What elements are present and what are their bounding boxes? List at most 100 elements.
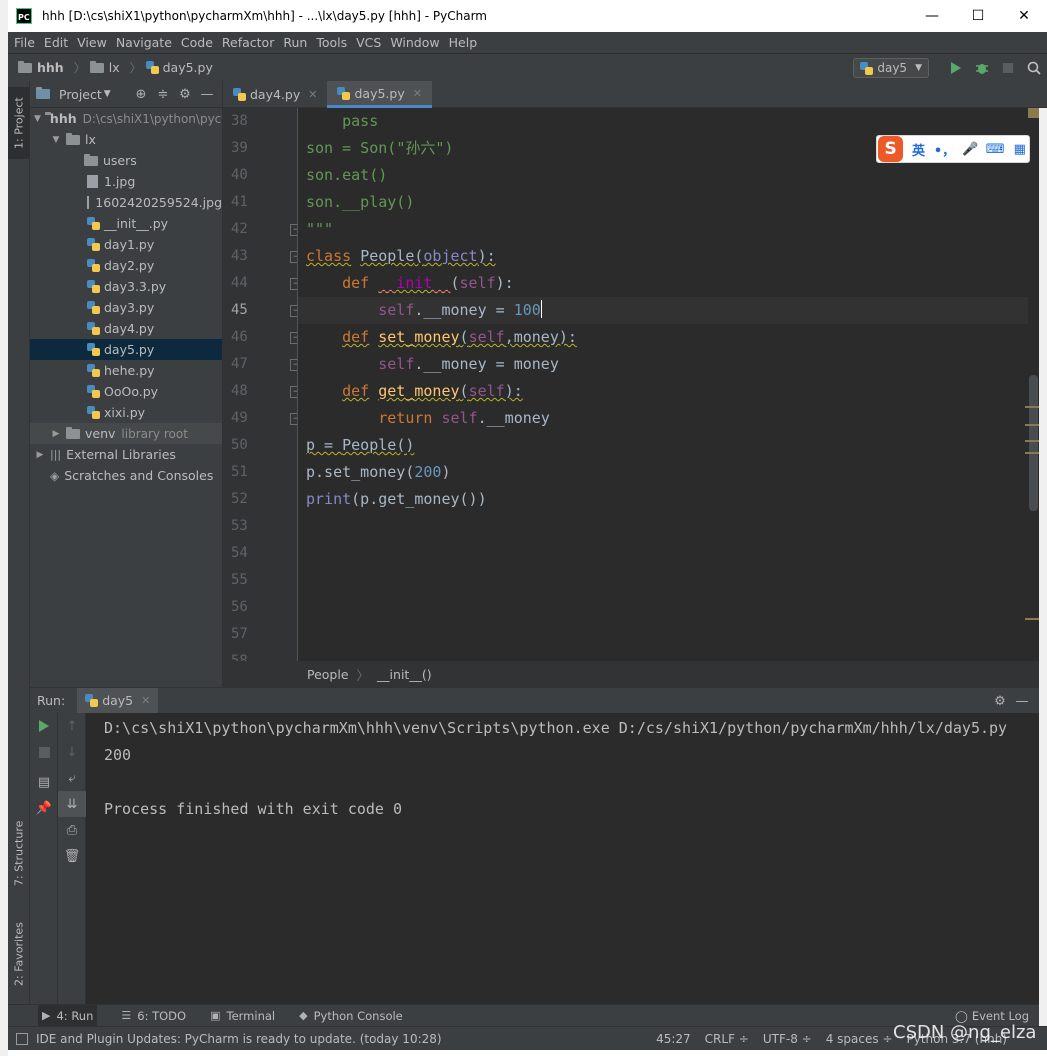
fold-icon[interactable]: − <box>290 251 297 263</box>
inspection-status-icon[interactable] <box>1028 108 1039 118</box>
expand-toggle-icon[interactable]: ▼ <box>50 135 62 145</box>
tool-tab-python-console[interactable]: ◆ Python Console <box>299 1009 403 1023</box>
restore-layout-button[interactable]: ▤ <box>30 769 58 795</box>
tree-item-file[interactable]: 1.jpg <box>30 171 222 192</box>
tree-item-external-libraries[interactable]: ▶ ||| External Libraries <box>30 444 222 465</box>
warning-marker[interactable] <box>1025 406 1039 408</box>
menu-window[interactable]: Window <box>390 35 439 50</box>
tree-item-lx[interactable]: ▼ lx <box>30 129 222 150</box>
tree-item-file-selected[interactable]: day5.py <box>30 339 222 360</box>
tree-item-file[interactable]: __init__.py <box>30 213 222 234</box>
scroll-down-button[interactable]: ↓ <box>58 739 86 765</box>
code-editor[interactable]: pass son = Son("孙六") son.eat() son.__pla… <box>298 108 1028 661</box>
scroll-to-end-button[interactable]: ⇊ <box>58 791 86 817</box>
warning-marker[interactable] <box>1025 452 1039 454</box>
menu-tools[interactable]: Tools <box>316 35 347 50</box>
grid-icon[interactable]: ▦ <box>1010 142 1029 157</box>
encoding-select[interactable]: UTF-8 ÷ <box>763 1032 812 1046</box>
run-console[interactable]: D:\cs\shiX1\python\pycharmXm\hhh\venv\Sc… <box>86 713 1039 1004</box>
rerun-button[interactable] <box>30 713 58 739</box>
fold-icon[interactable]: − <box>290 413 297 425</box>
menu-help[interactable]: Help <box>449 35 478 50</box>
hide-panel-icon[interactable]: — <box>1011 694 1033 709</box>
expand-toggle-icon[interactable]: ▼ <box>34 114 41 124</box>
tab-day5[interactable]: day5.py ✕ <box>327 81 432 108</box>
close-button[interactable]: ✕ <box>1001 0 1047 32</box>
menu-file[interactable]: File <box>14 35 35 50</box>
maximize-button[interactable]: ☐ <box>955 0 1001 32</box>
menu-code[interactable]: Code <box>181 35 213 50</box>
menu-view[interactable]: View <box>77 35 107 50</box>
menu-edit[interactable]: Edit <box>44 35 68 50</box>
clear-all-button[interactable]: 🗑 <box>58 843 86 869</box>
run-tab-day5[interactable]: day5 ✕ <box>77 687 159 714</box>
close-tab-icon[interactable]: ✕ <box>308 88 317 101</box>
warning-marker[interactable] <box>1025 440 1039 442</box>
stop-button[interactable] <box>995 54 1021 82</box>
fold-icon[interactable]: − <box>290 305 297 317</box>
tree-item-scratches[interactable]: ◈ Scratches and Consoles <box>30 465 222 486</box>
fold-icon[interactable]: − <box>290 386 297 398</box>
close-tab-icon[interactable]: ✕ <box>141 694 150 707</box>
pin-tab-button[interactable]: 📌 <box>30 795 58 821</box>
tree-item-file[interactable]: OoOo.py <box>30 381 222 402</box>
tool-tab-todo[interactable]: ☰ 6: TODO <box>121 1009 186 1023</box>
project-view-select[interactable]: Project <box>59 87 102 102</box>
tree-item-file[interactable]: day4.py <box>30 318 222 339</box>
run-button[interactable] <box>943 54 969 82</box>
tree-item-file[interactable]: day2.py <box>30 255 222 276</box>
ime-punctuation-toggle[interactable]: •， <box>934 140 955 159</box>
search-everywhere-button[interactable] <box>1021 54 1047 82</box>
menu-navigate[interactable]: Navigate <box>116 35 172 50</box>
breadcrumb-class[interactable]: People <box>307 667 349 682</box>
nav-crumb-file[interactable]: day5.py <box>145 60 213 75</box>
event-log-button[interactable]: ◯ Event Log <box>955 1009 1029 1023</box>
tree-item-hhh[interactable]: ▼ hhh D:\cs\shiX1\python\pycharmXm\hhh <box>30 108 222 129</box>
microphone-icon[interactable]: 🎤 <box>961 142 980 157</box>
notification-icon[interactable] <box>16 1032 28 1045</box>
soft-wrap-button[interactable]: ⤶ <box>58 765 86 791</box>
stop-button[interactable] <box>30 739 58 765</box>
tool-tab-terminal[interactable]: ▣ Terminal <box>210 1009 275 1023</box>
menu-run[interactable]: Run <box>283 35 307 50</box>
input-method-toolbar[interactable]: S 英 •， 🎤 ⌨ ▦ <box>876 135 1030 163</box>
fold-icon[interactable]: − <box>290 359 297 371</box>
tree-item-file[interactable]: day3.3.py <box>30 276 222 297</box>
print-button[interactable]: ⎙ <box>58 817 86 843</box>
line-separator-select[interactable]: CRLF ÷ <box>705 1032 749 1046</box>
locate-file-icon[interactable]: ⊕ <box>130 87 152 102</box>
hide-panel-icon[interactable]: — <box>196 87 218 102</box>
menu-refactor[interactable]: Refactor <box>222 35 274 50</box>
tool-tab-structure[interactable]: 7: Structure <box>8 811 30 895</box>
tree-item-file[interactable]: day1.py <box>30 234 222 255</box>
tree-item-users[interactable]: users <box>30 150 222 171</box>
nav-crumb-project[interactable]: hhh <box>18 60 64 75</box>
tree-item-venv[interactable]: ▶ venv library root <box>30 423 222 444</box>
fold-icon[interactable]: − <box>290 224 297 236</box>
run-configuration-select[interactable]: day5 ▼ <box>853 58 929 78</box>
tree-item-file[interactable]: day3.py <box>30 297 222 318</box>
fold-icon[interactable]: − <box>290 332 297 344</box>
breadcrumb-method[interactable]: __init__() <box>377 667 432 682</box>
warning-marker[interactable] <box>1025 424 1039 426</box>
status-message[interactable]: IDE and Plugin Updates: PyCharm is ready… <box>36 1032 442 1046</box>
caret-position[interactable]: 45:27 <box>656 1032 691 1046</box>
expand-toggle-icon[interactable]: ▶ <box>50 429 62 439</box>
editor-scrollbar-thumb[interactable] <box>1029 375 1038 511</box>
tree-item-file[interactable]: xixi.py <box>30 402 222 423</box>
tool-tab-project[interactable]: 1: Project <box>8 87 30 159</box>
ime-language-toggle[interactable]: 英 <box>909 140 928 159</box>
tree-item-file[interactable]: 1602420259524.jpg <box>30 192 222 213</box>
warning-marker[interactable] <box>1025 618 1039 620</box>
debug-button[interactable] <box>969 54 995 82</box>
gear-icon[interactable]: ⚙ <box>174 87 196 102</box>
fold-icon[interactable]: − <box>290 278 297 290</box>
gear-icon[interactable]: ⚙ <box>989 694 1011 709</box>
indent-select[interactable]: 4 spaces ÷ <box>826 1032 893 1046</box>
minimize-button[interactable]: — <box>909 0 955 32</box>
close-tab-icon[interactable]: ✕ <box>413 87 422 100</box>
menu-vcs[interactable]: VCS <box>356 35 381 50</box>
scroll-up-button[interactable]: ↑ <box>58 713 86 739</box>
nav-crumb-folder[interactable]: lx <box>89 60 120 75</box>
tab-day4[interactable]: day4.py ✕ <box>223 81 327 108</box>
